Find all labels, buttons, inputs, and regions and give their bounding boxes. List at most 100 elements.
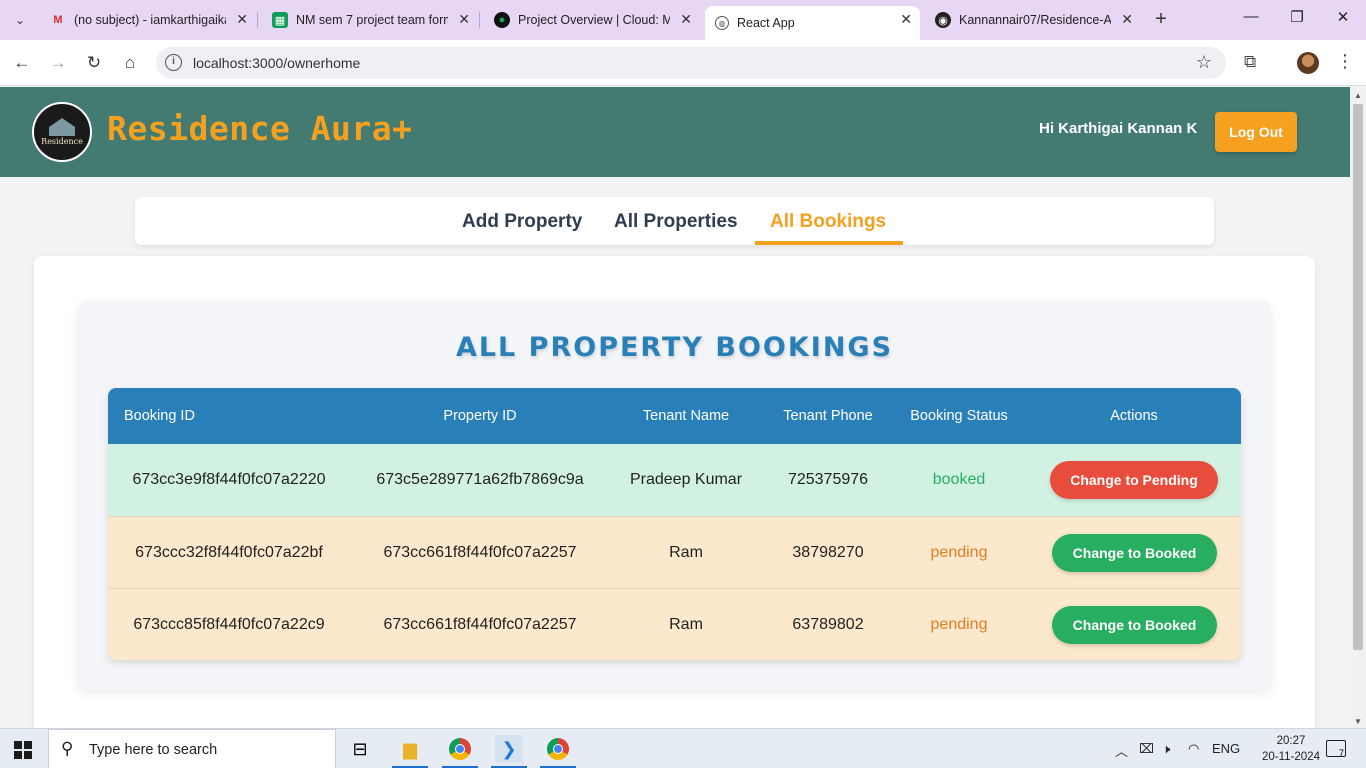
tab-close-icon[interactable]: ✕ [900,11,912,28]
browser-toolbar: ← → ↻ ⌂ i localhost:3000/ownerhome ☆ ⧉ ⋮ [0,40,1366,86]
header-property-id: Property ID [443,408,517,424]
forward-arrow-icon[interactable]: → [46,51,70,75]
change-to-booked-button[interactable]: Change to Booked [1052,534,1217,572]
tab-title: React App [737,16,795,30]
tab-close-icon[interactable]: ✕ [1121,11,1133,28]
tenant-phone-cell: 63789802 [792,616,864,633]
windows-taskbar: ⚲ Type here to search ⊟ ▆ ❯ ︿ ⌧ 🕨 ◠ ENG … [0,728,1366,768]
header-tenant-name: Tenant Name [642,408,730,424]
gmail-icon: M [53,14,63,26]
windows-start-icon[interactable] [14,741,32,759]
browser-tab-gmail[interactable]: M (no subject) - iamkarthigaikannan ✕ [40,6,256,34]
section-title: ALL PROPERTY BOOKINGS [455,332,894,363]
taskbar-search-box[interactable]: ⚲ Type here to search [48,729,336,768]
page-scrollbar[interactable]: ▲ ▼ [1350,87,1366,728]
search-placeholder: Type here to search [89,742,218,758]
tab-close-icon[interactable]: ✕ [236,11,248,28]
mongodb-icon: ● [494,12,510,28]
property-id-cell: 673cc661f8f44f0fc07a2257 [383,544,577,561]
task-view-icon[interactable]: ⊟ [346,735,374,763]
minimize-icon[interactable]: — [1236,8,1266,25]
restore-icon[interactable]: ❐ [1282,8,1312,26]
tab-title: NM sem 7 project team form [296,13,448,27]
notification-icon[interactable]: 7 [1326,740,1346,758]
status-badge: pending [930,616,988,633]
tab-title: Project Overview | Cloud: MongoDB [518,13,670,27]
home-icon[interactable]: ⌂ [118,51,142,75]
bookings-card: ALL PROPERTY BOOKINGS Booking ID Propert… [34,256,1315,728]
browser-tabstrip: ⌄ M (no subject) - iamkarthigaikannan ✕ … [0,0,1366,40]
tenant-name-cell: Ram [669,544,703,561]
chrome-icon[interactable] [544,735,572,763]
file-explorer-icon[interactable]: ▆ [396,735,424,763]
reload-icon[interactable]: ↻ [82,51,106,75]
notification-count: 7 [1338,748,1344,758]
property-id-cell: 673c5e289771a62fb7869c9a [376,471,584,488]
profile-avatar[interactable] [1297,52,1319,74]
table-row: 673ccc32f8f44f0fc07a22bf 673cc661f8f44f0… [108,516,1241,588]
extensions-puzzle-icon[interactable]: ⧉ [1244,52,1256,72]
tenant-name-cell: Ram [669,616,703,633]
property-id-cell: 673cc661f8f44f0fc07a2257 [383,616,577,633]
wifi-icon[interactable]: ◠ [1188,741,1199,757]
volume-muted-icon[interactable]: 🕨 [1162,741,1170,757]
network-icon[interactable]: ⌧ [1139,741,1154,757]
house-icon [49,118,75,136]
globe-icon: ◍ [715,16,729,30]
language-indicator[interactable]: ENG [1212,741,1240,756]
browser-tab-sheets[interactable]: ▦ NM sem 7 project team form ✕ [262,6,478,34]
browser-tab-react-app[interactable]: ◍ React App ✕ [705,6,920,40]
header-tenant-phone: Tenant Phone [783,408,873,424]
change-to-pending-button[interactable]: Change to Pending [1050,461,1218,499]
header-actions: Actions [1110,408,1158,424]
change-to-booked-button[interactable]: Change to Booked [1052,606,1217,644]
bookings-panel: ALL PROPERTY BOOKINGS Booking ID Propert… [78,300,1271,690]
status-badge: pending [930,544,988,561]
brand-name: Residence Aura+ [107,109,413,148]
app-header: Residence Residence Aura+ Hi Karthigai K… [0,87,1350,177]
new-tab-button[interactable]: + [1150,8,1172,31]
tab-title: (no subject) - iamkarthigaikannan [74,13,226,27]
tab-close-icon[interactable]: ✕ [680,11,692,28]
tenant-phone-cell: 725375976 [787,471,869,488]
sheets-icon: ▦ [272,12,288,28]
tray-chevron-icon[interactable]: ︿ [1115,741,1128,760]
tab-all-bookings[interactable]: All Bookings [770,211,886,233]
clock-date: 20-11-2024 [1262,751,1320,763]
booking-id-cell: 673cc3e9f8f44f0fc07a2220 [132,471,326,488]
owner-nav-bar: Add Property All Properties All Bookings [135,197,1214,245]
browser-tab-mongodb[interactable]: ● Project Overview | Cloud: MongoDB ✕ [484,6,700,34]
user-greeting: Hi Karthigai Kannan K [1039,120,1198,137]
booking-id-cell: 673ccc32f8f44f0fc07a22bf [135,544,323,561]
tab-add-property[interactable]: Add Property [462,211,582,233]
github-icon: ◉ [935,12,951,28]
bookmark-star-icon[interactable]: ☆ [1196,52,1212,73]
tab-close-icon[interactable]: ✕ [458,11,470,28]
browser-tab-github[interactable]: ◉ Kannannair07/Residence-Aura ✕ [925,6,1141,34]
scroll-down-icon[interactable]: ▼ [1354,717,1362,726]
site-info-icon[interactable]: i [165,54,182,71]
system-clock[interactable]: 20:27 20-11-2024 [1262,733,1320,765]
scrollbar-thumb[interactable] [1353,104,1363,650]
bookings-table: Booking ID Property ID Tenant Name Tenan… [108,388,1241,660]
address-bar[interactable]: i localhost:3000/ownerhome ☆ [156,47,1226,79]
clock-time: 20:27 [1276,735,1306,747]
tab-separator [257,12,258,28]
tab-title: Kannannair07/Residence-Aura [959,13,1111,27]
scroll-up-icon[interactable]: ▲ [1354,91,1362,100]
search-icon: ⚲ [61,739,74,758]
url-text[interactable]: localhost:3000/ownerhome [193,55,360,71]
header-booking-id: Booking ID [124,408,195,424]
logout-button[interactable]: Log Out [1215,112,1297,152]
tab-all-properties[interactable]: All Properties [614,211,738,233]
tenant-phone-cell: 38798270 [792,544,864,561]
vscode-icon[interactable]: ❯ [495,735,523,763]
brand-logo: Residence [32,102,92,162]
tab-search-button[interactable]: ⌄ [8,8,32,32]
table-header: Booking ID Property ID Tenant Name Tenan… [108,388,1241,444]
close-window-icon[interactable]: ✕ [1328,8,1358,26]
tenant-name-cell: Pradeep Kumar [629,471,743,488]
back-arrow-icon[interactable]: ← [10,51,34,75]
chrome-icon[interactable] [446,735,474,763]
browser-menu-icon[interactable]: ⋮ [1336,51,1354,72]
